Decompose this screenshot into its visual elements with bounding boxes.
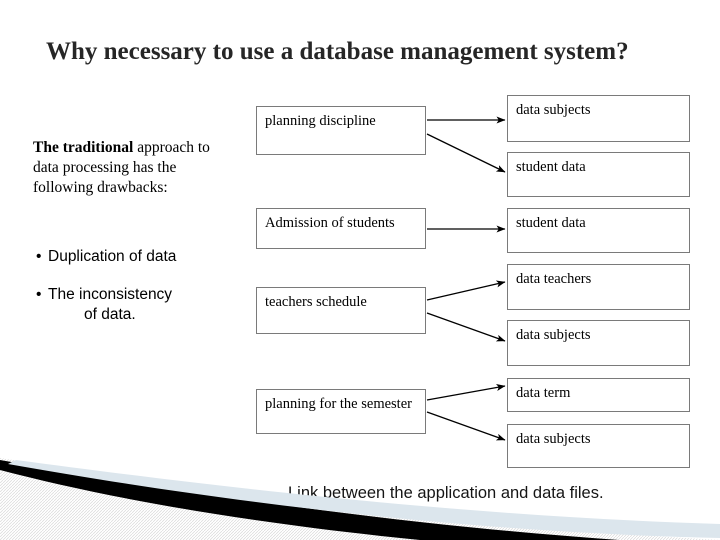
connector-teachers-schedule-to-data-subjects (426, 312, 506, 342)
data-node-student-data-1: student data (507, 152, 690, 197)
bullet-subtext: of data. (84, 306, 136, 323)
intro-paragraph: The traditional approach to data process… (33, 138, 213, 198)
data-node-data-teachers: data teachers (507, 264, 690, 310)
list-item: • Duplication of data (36, 247, 246, 267)
bullet-text: The inconsistency (48, 286, 173, 303)
bullet-text: Duplication of data (48, 248, 177, 265)
data-node-student-data-2: student data (507, 208, 690, 253)
decorative-swoosh (0, 458, 720, 540)
connector-teachers-schedule-to-data-teachers (426, 280, 506, 301)
connector-planning-semester-to-data-term (426, 384, 506, 401)
connector-planning-discipline-to-student-data (426, 133, 506, 173)
page-title: Why necessary to use a database manageme… (46, 38, 629, 65)
bullet-marker-icon: • (36, 286, 42, 303)
intro-strong-text: The traditional (33, 139, 134, 156)
application-node-admission-of-students: Admission of students (256, 208, 426, 249)
slide-canvas: Why necessary to use a database manageme… (0, 0, 720, 540)
data-node-data-term: data term (507, 378, 690, 412)
data-node-data-subjects-1: data subjects (507, 95, 690, 142)
bullet-marker-icon: • (36, 248, 42, 265)
application-node-teachers-schedule: teachers schedule (256, 287, 426, 334)
list-item: • The inconsistency of data. (36, 285, 246, 325)
data-node-data-subjects-2: data subjects (507, 320, 690, 366)
application-node-planning-discipline: planning discipline (256, 106, 426, 155)
